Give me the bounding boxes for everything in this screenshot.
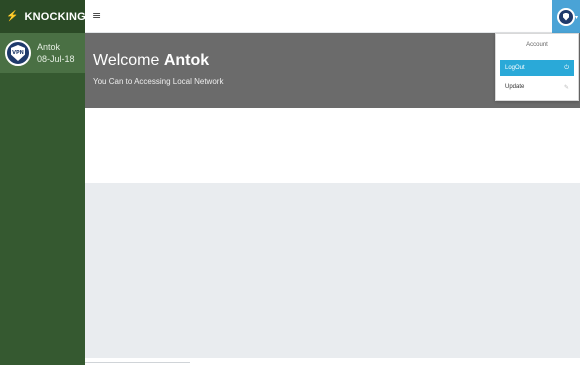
avatar: VPN: [5, 40, 31, 66]
avatar-text: VPN: [12, 50, 24, 56]
topbar: ≡ ▾: [85, 0, 580, 33]
pencil-icon: ✎: [563, 83, 569, 91]
update-menu-item[interactable]: Update ✎: [500, 79, 574, 95]
vpn-shield-avatar-icon: [557, 7, 575, 26]
content-area: [85, 183, 580, 358]
chevron-down-icon: ▾: [574, 14, 578, 21]
update-label: Update: [505, 84, 525, 90]
sidebar: ⚡ KNOCKING VPN Antok 08-Jul-18: [0, 0, 86, 365]
footer-divider: [85, 362, 190, 363]
user-name: Antok: [37, 42, 61, 52]
logout-menu-item[interactable]: LogOut ⏻: [500, 60, 574, 76]
dropdown-header: Account: [526, 42, 548, 48]
user-menu-toggle[interactable]: ▾: [552, 0, 580, 33]
user-panel: VPN Antok 08-Jul-18: [0, 33, 85, 73]
user-info: Antok 08-Jul-18: [37, 41, 75, 65]
vpn-shield-icon: VPN: [11, 45, 25, 61]
bolt-icon: ⚡: [6, 11, 19, 22]
power-icon: ⏻: [564, 64, 569, 71]
brand-bar[interactable]: ⚡ KNOCKING: [0, 0, 86, 33]
account-dropdown: Account LogOut ⏻ Update ✎: [495, 33, 579, 101]
logout-label: LogOut: [505, 65, 525, 71]
user-date: 08-Jul-18: [37, 54, 75, 64]
welcome-greeting: Welcome: [93, 52, 160, 69]
hamburger-icon[interactable]: ≡: [92, 9, 101, 22]
brand-title: KNOCKING: [24, 10, 86, 23]
welcome-name: Antok: [163, 52, 210, 69]
content-panel: [85, 108, 580, 183]
